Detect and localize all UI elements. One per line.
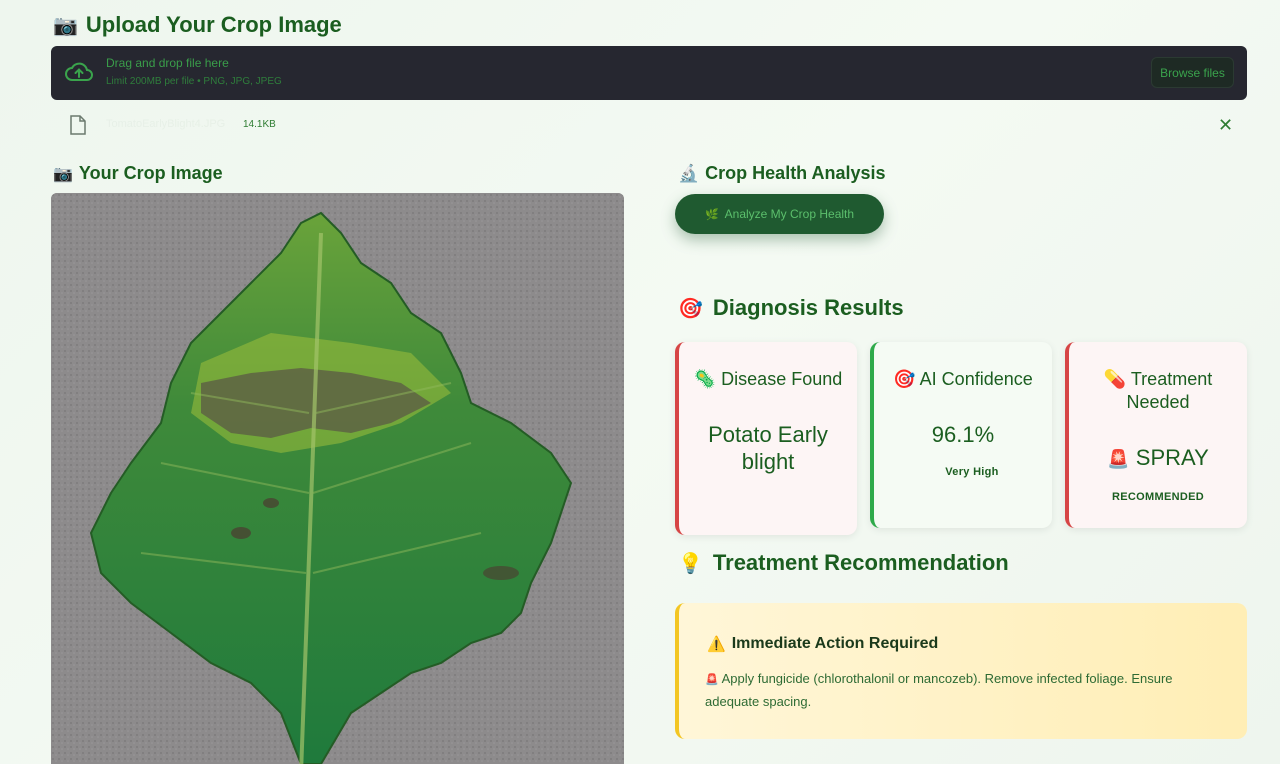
treatment-value-text: SPRAY	[1135, 445, 1209, 470]
disease-name: Potato Early blight	[708, 422, 828, 474]
lightbulb-icon: 💡	[678, 552, 703, 575]
dropzone-limit: Limit 200MB per file • PNG, JPG, JPEG	[106, 76, 282, 87]
treatment-card: 💊 Treatment Needed 🚨 SPRAY RECOMMENDED	[1065, 342, 1247, 528]
analysis-heading: 🔬 Crop Health Analysis	[678, 163, 886, 184]
file-icon	[70, 115, 86, 135]
diagnosis-heading-text: Diagnosis Results	[712, 295, 904, 320]
browse-files-button[interactable]: Browse files	[1151, 57, 1234, 88]
treatment-heading: 💡 Treatment Recommendation	[678, 550, 1009, 576]
confidence-card: 🎯 AI Confidence 96.1% Very High	[870, 342, 1052, 528]
siren-icon: 🚨	[1107, 449, 1130, 469]
analyze-button[interactable]: 🌿 Analyze My Crop Health	[675, 194, 884, 234]
target-icon: 🎯	[893, 369, 916, 389]
confidence-card-title-text: AI Confidence	[919, 369, 1033, 389]
dropzone-title: Drag and drop file here	[106, 56, 229, 70]
upload-heading: 📷 Upload Your Crop Image	[53, 12, 342, 38]
camera-icon: 📷	[53, 165, 73, 183]
treatment-card-title: 💊 Treatment Needed	[1069, 368, 1247, 414]
seedling-icon: 🌿	[704, 208, 719, 221]
microbe-icon: 🦠	[693, 369, 717, 389]
siren-icon: 🚨	[705, 674, 719, 686]
camera-icon: 📷	[53, 14, 78, 37]
cloud-upload-icon	[65, 62, 93, 81]
leaf-image	[51, 193, 624, 764]
analyze-button-label: Analyze My Crop Health	[724, 207, 855, 221]
microscope-icon: 🔬	[678, 163, 700, 183]
warning-icon: ⚠️	[707, 636, 726, 653]
treatment-card-title-text: Treatment Needed	[1126, 369, 1213, 412]
diagnosis-heading: 🎯 Diagnosis Results	[678, 295, 904, 321]
recommendation-text: 🚨 Apply fungicide (chlorothalonil or man…	[705, 668, 1225, 713]
upload-heading-text: Upload Your Crop Image	[85, 12, 342, 37]
disease-card-title: 🦠 Disease Found	[679, 368, 857, 391]
treatment-value: 🚨 SPRAY	[1069, 444, 1247, 473]
pill-icon: 💊	[1103, 369, 1127, 389]
confidence-value: 96.1%	[931, 422, 995, 447]
file-dropzone[interactable]	[51, 46, 1247, 100]
target-icon: 🎯	[678, 297, 703, 320]
crop-image	[51, 193, 624, 764]
disease-card: 🦠 Disease Found Potato Early blight	[675, 342, 857, 535]
crop-image-heading-text: Your Crop Image	[78, 163, 223, 183]
uploaded-file-name: TomatoEarlyBlight4.JPG	[106, 118, 226, 130]
analysis-heading-text: Crop Health Analysis	[705, 163, 886, 183]
recommendation-text-body: Apply fungicide (chlorothalonil or manco…	[705, 671, 1173, 709]
treatment-status: RECOMMENDED	[1112, 491, 1204, 503]
remove-file-icon[interactable]: ✕	[1218, 116, 1233, 134]
recommendation-title: ⚠️ Immediate Action Required	[707, 635, 938, 653]
disease-card-title-text: Disease Found	[721, 369, 843, 389]
confidence-level: Very High	[945, 466, 999, 478]
confidence-card-title: 🎯 AI Confidence	[874, 368, 1052, 391]
uploaded-file-size: 14.1KB	[243, 119, 276, 130]
treatment-heading-text: Treatment Recommendation	[712, 550, 1009, 575]
recommendation-title-text: Immediate Action Required	[731, 635, 939, 652]
crop-image-heading: 📷 Your Crop Image	[53, 163, 223, 184]
